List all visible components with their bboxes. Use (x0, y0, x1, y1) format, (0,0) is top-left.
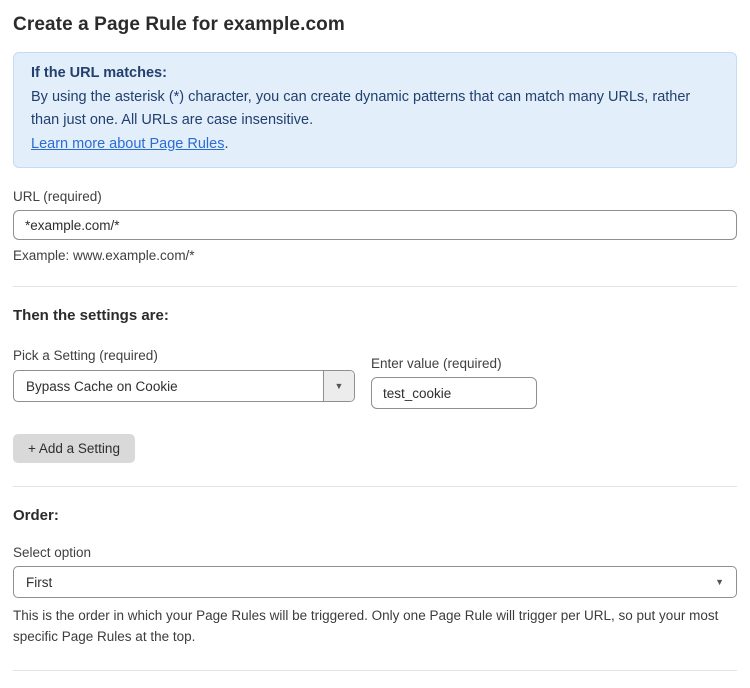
setting-picker-column: Pick a Setting (required) Bypass Cache o… (13, 348, 355, 402)
setting-value-column: Enter value (required) (371, 356, 537, 409)
divider (13, 670, 737, 671)
page-title: Create a Page Rule for example.com (13, 0, 737, 36)
order-help-text: This is the order in which your Page Rul… (13, 605, 737, 647)
url-input[interactable] (13, 210, 737, 240)
add-setting-button[interactable]: + Add a Setting (13, 434, 135, 463)
url-field-label: URL (required) (13, 189, 737, 204)
setting-picker-label: Pick a Setting (required) (13, 348, 355, 363)
info-box-body: By using the asterisk (*) character, you… (31, 86, 719, 133)
link-suffix: . (224, 136, 228, 152)
create-page-rule-form: Create a Page Rule for example.com If th… (0, 0, 750, 688)
setting-value-input[interactable] (371, 377, 537, 409)
url-match-info-box: If the URL matches: By using the asteris… (13, 52, 737, 168)
url-field-hint: Example: www.example.com/* (13, 248, 737, 263)
setting-picker-dropdown[interactable]: Bypass Cache on Cookie ▼ (13, 370, 355, 402)
setting-picker-value: Bypass Cache on Cookie (14, 371, 323, 401)
order-select[interactable]: First ▼ (13, 566, 737, 598)
order-select-value: First (26, 575, 715, 590)
chevron-down-icon: ▼ (335, 382, 344, 391)
learn-more-link[interactable]: Learn more about Page Rules (31, 136, 224, 152)
chevron-down-icon: ▼ (715, 578, 724, 587)
setting-value-label: Enter value (required) (371, 356, 537, 371)
order-section-heading: Order: (13, 487, 737, 524)
order-select-label: Select option (13, 545, 737, 560)
settings-section-heading: Then the settings are: (13, 287, 737, 324)
info-box-heading: If the URL matches: (31, 62, 719, 86)
settings-row: Pick a Setting (required) Bypass Cache o… (13, 348, 737, 409)
info-box-link-line: Learn more about Page Rules. (31, 133, 719, 157)
setting-picker-arrow-box[interactable]: ▼ (323, 371, 354, 401)
